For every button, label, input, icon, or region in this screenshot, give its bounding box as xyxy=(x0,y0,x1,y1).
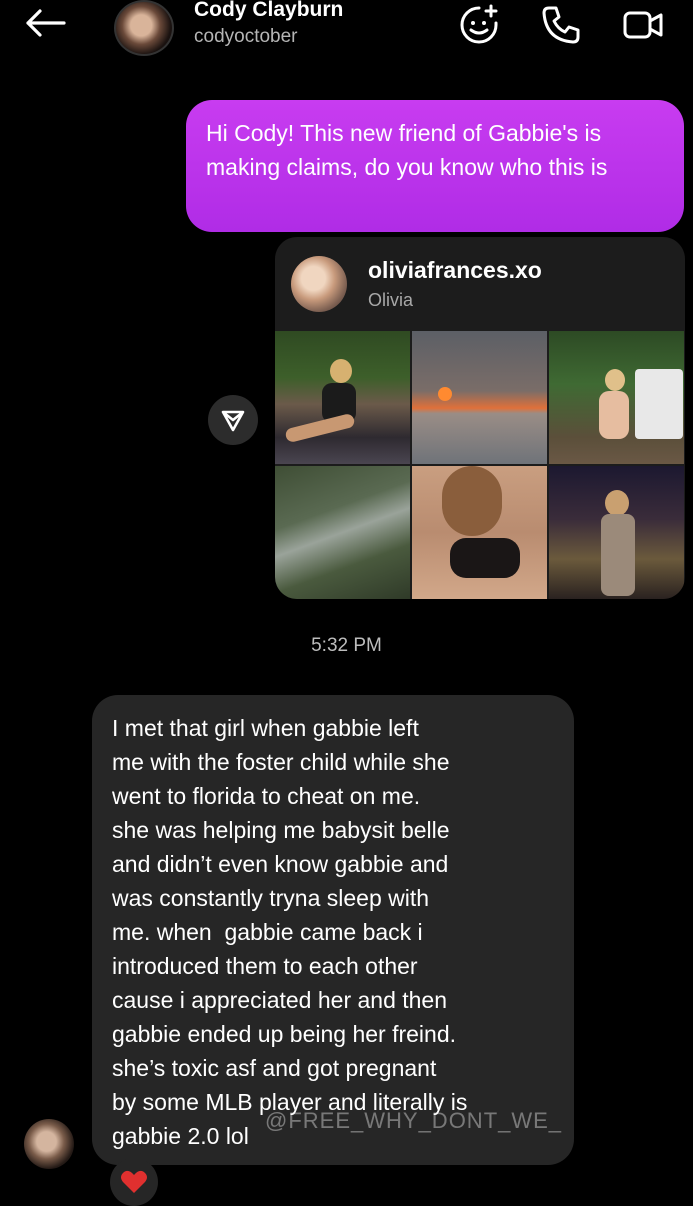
thumbnail-5 xyxy=(412,466,547,599)
message-line: she’s toxic asf and got pregnant xyxy=(112,1055,437,1081)
message-line: went to florida to cheat on me. xyxy=(112,783,421,809)
thumbnail-4 xyxy=(275,466,410,599)
message-line: me with the foster child while she xyxy=(112,749,450,775)
thumbnail-2 xyxy=(412,331,547,464)
chat-header: Cody Clayburn codyoctober xyxy=(0,0,693,74)
back-arrow-icon[interactable] xyxy=(22,8,68,38)
shared-profile-username: oliviafrances.xo xyxy=(368,257,542,283)
message-line: cause i appreciated her and then xyxy=(112,987,448,1013)
phone-icon[interactable] xyxy=(540,4,582,46)
contact-username[interactable]: codyoctober xyxy=(194,26,298,48)
profile-thumbnail-grid xyxy=(275,331,685,599)
shared-profile-card[interactable]: oliviafrances.xo Olivia xyxy=(275,237,685,599)
thumbnail-1 xyxy=(275,331,410,464)
message-line: she was helping me babysit belle xyxy=(112,817,450,843)
contact-name[interactable]: Cody Clayburn xyxy=(194,0,343,22)
heart-reaction[interactable] xyxy=(110,1158,158,1206)
video-icon[interactable] xyxy=(622,4,664,46)
message-line: was constantly tryna sleep with xyxy=(112,885,430,911)
thumbnail-6 xyxy=(549,466,684,599)
message-line: gabbie ended up being her freind. xyxy=(112,1021,457,1047)
sender-avatar[interactable] xyxy=(24,1119,74,1169)
avatar[interactable] xyxy=(114,0,174,56)
incoming-message[interactable]: I met that girl when gabbie left me with… xyxy=(92,695,574,1165)
thumbnail-3 xyxy=(549,331,684,464)
sticker-add-icon[interactable] xyxy=(458,4,500,46)
timestamp: 5:32 PM xyxy=(311,635,382,656)
shared-profile-display-name: Olivia xyxy=(368,290,414,310)
heart-icon xyxy=(121,1170,147,1193)
message-line: me. when gabbie came back i xyxy=(112,919,423,945)
message-line: and didn’t even know gabbie and xyxy=(112,851,449,877)
message-line: introduced them to each other xyxy=(112,953,418,979)
message-line: I met that girl when gabbie left xyxy=(112,715,419,741)
send-icon xyxy=(221,410,245,432)
shared-profile-avatar xyxy=(291,256,347,312)
outgoing-message[interactable]: Hi Cody! This new friend of Gabbie's is … xyxy=(186,100,684,232)
share-button[interactable] xyxy=(208,395,258,445)
watermark: @FREE_WHY_DONT_WE_ xyxy=(265,1108,563,1133)
